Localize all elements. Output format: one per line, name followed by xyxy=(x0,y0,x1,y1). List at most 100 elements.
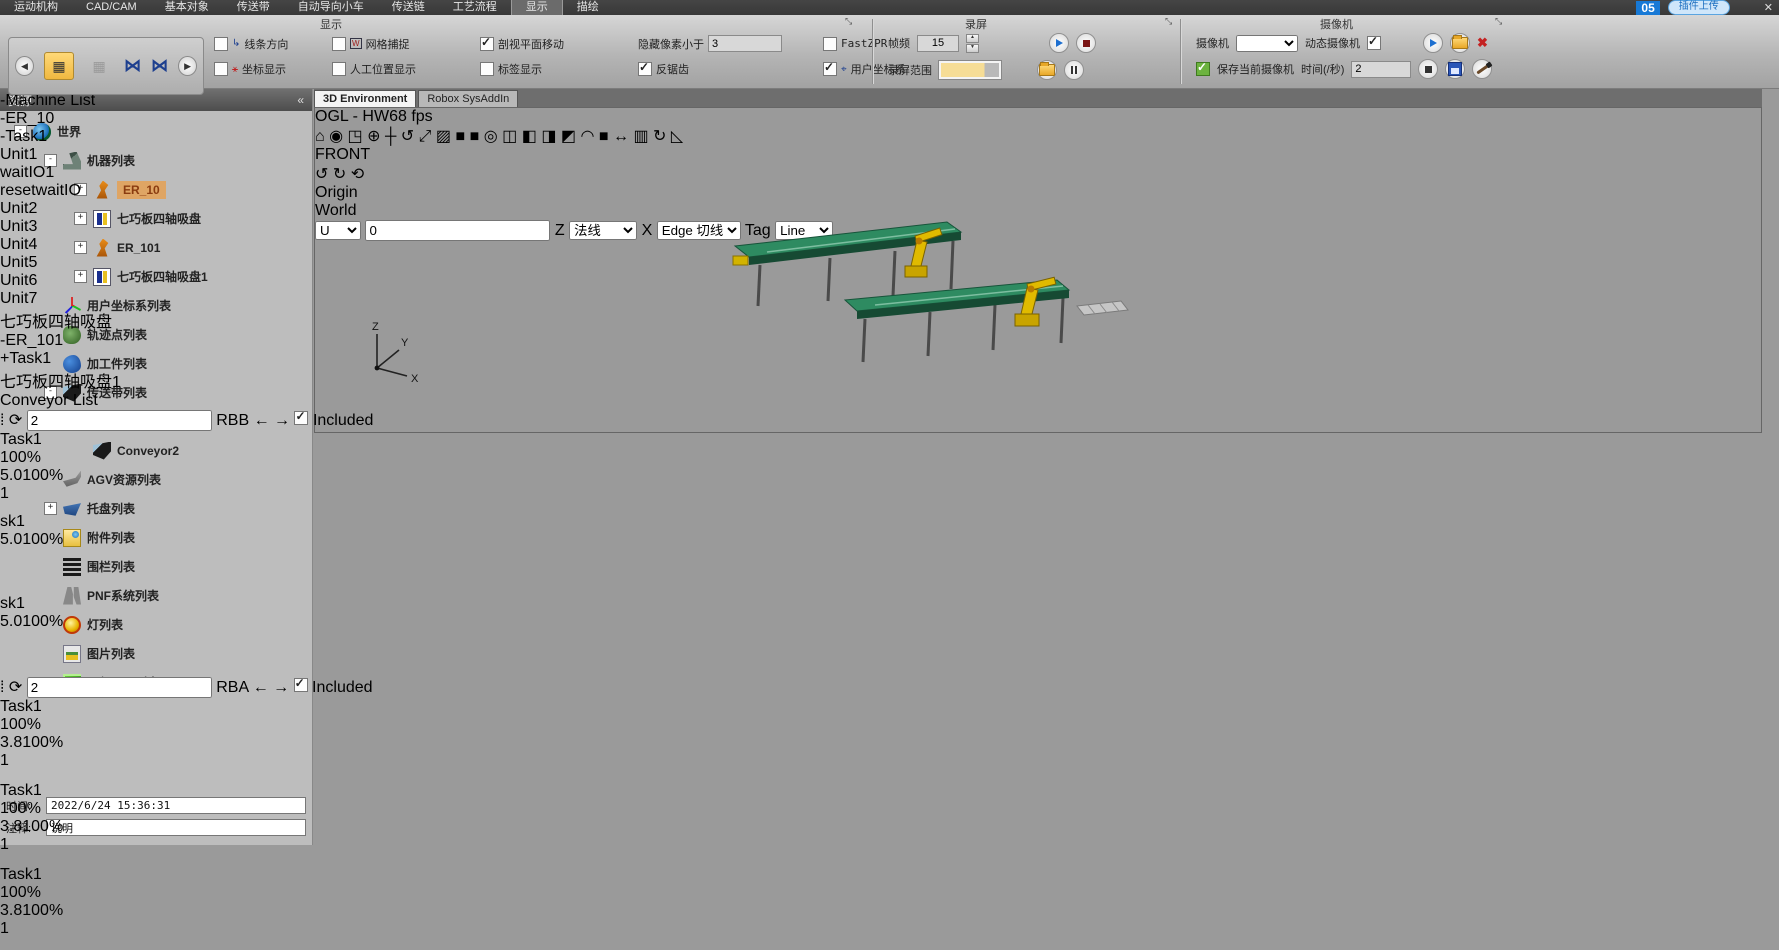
upload-button[interactable]: 插件上传 xyxy=(1668,0,1730,15)
user-frame-checkbox[interactable] xyxy=(823,62,837,76)
menu-item-draw[interactable]: 描绘 xyxy=(563,0,613,15)
ptree-waitio1[interactable]: waitIO1 xyxy=(0,164,647,182)
ptree-unit7[interactable]: Unit7 xyxy=(0,290,647,308)
row1-count-input[interactable] xyxy=(27,410,212,431)
row-refresh-icon[interactable]: ⟳ xyxy=(9,679,22,696)
camera-play-button[interactable] xyxy=(1423,33,1443,53)
menu-item-cadcam[interactable]: CAD/CAM xyxy=(72,0,151,15)
camera-time-label: 时间(/秒) xyxy=(1301,61,1344,77)
task-timeline-area: ⁞ ⟳ RBB ← → Included xyxy=(0,410,647,950)
ptree-gripper[interactable]: 七巧板四轴吸盘 xyxy=(0,308,647,332)
coord-display-checkbox[interactable] xyxy=(214,62,228,76)
task-block[interactable]: Task1 100% 5.0100% 1 xyxy=(0,431,44,513)
ptree-resetwaitio[interactable]: resetwaitIO xyxy=(0,182,647,200)
shift-left-button[interactable]: ← xyxy=(254,412,270,429)
camera-time-input[interactable] xyxy=(1351,61,1411,78)
task-tree-panel: -World -Machine List -ER_10 -Task1 Unit1… xyxy=(0,74,647,410)
menu-item-motion[interactable]: 运动机构 xyxy=(0,0,72,15)
scroll-left-button[interactable]: ◀ xyxy=(15,56,34,76)
camera-open-button[interactable] xyxy=(1450,33,1470,53)
camera-delete-icon[interactable]: ✖ xyxy=(1477,35,1488,51)
menu-item-chain[interactable]: 传送链 xyxy=(378,0,439,15)
camera-group-expand-icon[interactable]: ⤡ xyxy=(1495,16,1502,27)
ptree-unit3[interactable]: Unit3 xyxy=(0,218,647,236)
ptree-unit4[interactable]: Unit4 xyxy=(0,236,647,254)
section-move-checkbox[interactable] xyxy=(480,37,494,51)
ptree-conveyor-list[interactable]: Conveyor List xyxy=(0,392,647,410)
display-group-expand-icon[interactable]: ⤡ xyxy=(845,16,852,27)
check-label-display: 标签显示 xyxy=(480,61,638,77)
menu-bar: 运动机构 CAD/CAM 基本对象 传送带 自动导向小车 传送链 工艺流程 显示… xyxy=(0,0,1779,15)
dynamic-camera-checkbox[interactable] xyxy=(1367,36,1381,50)
camera-label: 摄像机 xyxy=(1196,35,1229,51)
drag-handle-icon[interactable]: ⁞ xyxy=(0,412,4,429)
included-toggle[interactable]: Included xyxy=(294,412,373,429)
check-grid-snap: W 网格捕捉 xyxy=(332,36,480,52)
row1-badge: RBB xyxy=(216,412,249,429)
ptree-unit5[interactable]: Unit5 xyxy=(0,254,647,272)
task-block[interactable]: sk1 5.0100% xyxy=(0,513,34,595)
grid-snap-checkbox[interactable] xyxy=(332,37,346,51)
row2-count-input[interactable] xyxy=(27,677,212,698)
task-block[interactable]: Task1 100% 3.8100% 1 xyxy=(0,782,49,866)
check-section-move: 剖视平面移动 xyxy=(480,36,638,52)
ptree-gripper1[interactable]: 七巧板四轴吸盘1 xyxy=(0,368,647,392)
row-refresh-icon[interactable]: ⟳ xyxy=(9,412,22,429)
ptree-er101[interactable]: -ER_101 xyxy=(0,332,647,350)
included-toggle[interactable]: Included xyxy=(294,679,373,696)
ptree-unit2[interactable]: Unit2 xyxy=(0,200,647,218)
menu-item-process[interactable]: 工艺流程 xyxy=(439,0,511,15)
label-display-checkbox[interactable] xyxy=(480,62,494,76)
fastzpr-checkbox[interactable] xyxy=(823,37,837,51)
mirror-alt-icon[interactable]: ⋈ xyxy=(151,56,168,76)
ptree-er10[interactable]: -ER_10 xyxy=(0,110,647,128)
record-range-label: 录屏范围 xyxy=(888,62,932,78)
ptree-unit1[interactable]: Unit1 xyxy=(0,146,647,164)
record-play-button[interactable] xyxy=(1049,33,1069,53)
hide-pixel-input[interactable] xyxy=(708,35,782,52)
drag-handle-icon[interactable]: ⁞ xyxy=(0,679,4,696)
menu-item-agv[interactable]: 自动导向小车 xyxy=(284,0,378,15)
camera-dropdown[interactable] xyxy=(1236,35,1298,52)
ptree-task1[interactable]: -Task1 xyxy=(0,128,647,146)
group-separator xyxy=(872,19,874,84)
menu-item-basic-objects[interactable]: 基本对象 xyxy=(151,0,223,15)
camera-stop-button[interactable] xyxy=(1418,59,1438,79)
app-logo: 05 xyxy=(1636,1,1659,15)
menu-item-display[interactable]: 显示 xyxy=(511,0,563,15)
mirror-icon[interactable]: ⋈ xyxy=(124,56,141,76)
manual-position-checkbox[interactable] xyxy=(332,62,346,76)
line-direction-checkbox[interactable] xyxy=(214,37,228,51)
shift-right-button[interactable]: → xyxy=(274,412,290,429)
percent-strip: 100% xyxy=(0,800,49,818)
antialias-checkbox[interactable] xyxy=(638,62,652,76)
record-group-expand-icon[interactable]: ⤡ xyxy=(1165,16,1172,27)
process-flow-panel: 工艺流程 ‹ 25.60 Camera Off ⟳ < > ✖ ✖T ✖L ||… xyxy=(0,0,647,950)
scroll-right-button[interactable]: ▶ xyxy=(178,56,197,76)
included-checkbox[interactable] xyxy=(294,678,308,692)
record-open-button[interactable] xyxy=(1037,60,1057,80)
ptree-task1-er101[interactable]: +Task1 xyxy=(0,350,647,368)
task-row1-header: ⁞ ⟳ RBB ← → Included xyxy=(0,410,647,431)
record-range-swatch[interactable] xyxy=(939,61,1001,79)
percent-strip: 100% xyxy=(0,884,49,902)
save-camera-checkbox[interactable] xyxy=(1196,62,1210,76)
shift-right-button[interactable]: → xyxy=(273,679,289,696)
close-icon[interactable]: ✕ xyxy=(1764,1,1773,14)
menu-item-conveyor[interactable]: 传送带 xyxy=(223,0,284,15)
ptree-unit6[interactable]: Unit6 xyxy=(0,272,647,290)
task-row2-header: ⁞ ⟳ RBA ← → Included xyxy=(0,677,647,698)
camera-save-button[interactable] xyxy=(1445,59,1465,79)
task-block[interactable]: Task1 100% 3.8100% 1 xyxy=(0,866,49,950)
fps-spinner[interactable]: ▲▼ xyxy=(966,34,979,53)
task-block[interactable]: sk1 5.0100% xyxy=(0,595,34,677)
record-pause-button[interactable] xyxy=(1064,60,1084,80)
line-direction-icon: ↳ xyxy=(232,38,240,49)
included-checkbox[interactable] xyxy=(294,411,308,425)
layout-grid-button[interactable]: ▦ xyxy=(44,52,74,80)
task-block[interactable]: Task1 100% 3.8100% 1 xyxy=(0,698,49,782)
camera-brush-button[interactable] xyxy=(1472,59,1492,79)
shift-left-button[interactable]: ← xyxy=(253,679,269,696)
record-stop-button[interactable] xyxy=(1076,33,1096,53)
fps-input[interactable] xyxy=(917,35,959,52)
